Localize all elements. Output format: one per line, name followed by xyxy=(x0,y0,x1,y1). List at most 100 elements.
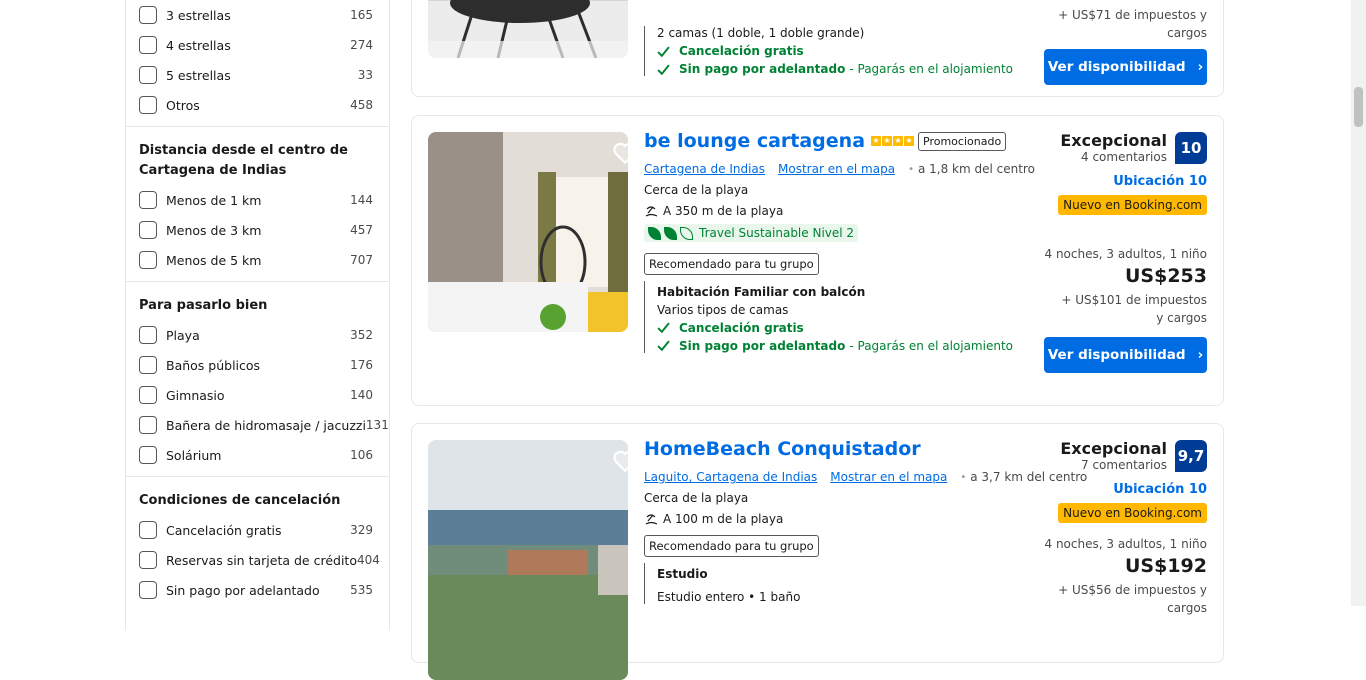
checkbox[interactable] xyxy=(139,446,157,464)
distance-text: a 1,8 km del centro xyxy=(917,162,1035,176)
room-beds: Estudio entero • 1 baño xyxy=(657,590,801,604)
property-photo[interactable] xyxy=(428,440,628,680)
recommended-badge: Recomendado para tu grupo xyxy=(644,535,819,557)
filter-option[interactable]: 4 estrellas 274 xyxy=(126,30,389,60)
filter-option[interactable]: Solárium 106 xyxy=(126,440,389,470)
filter-option[interactable]: Reservas sin tarjeta de crédito 404 xyxy=(126,545,389,575)
no-prepayment-text: Sin pago por adelantado xyxy=(679,62,846,76)
property-photo[interactable] xyxy=(428,132,628,332)
review-score[interactable]: Excepcional 4 comentarios 10 xyxy=(1027,132,1207,164)
title-row: HomeBeach Conquistador xyxy=(644,438,1044,460)
separator-dot: • xyxy=(960,471,967,483)
show-on-map-link[interactable]: Mostrar en el mapa xyxy=(778,162,895,176)
filter-option[interactable]: Otros 458 xyxy=(126,90,389,120)
room-beds: 2 camas (1 doble, 1 doble grande) xyxy=(657,26,865,40)
button-label: Ver disponibilidad xyxy=(1047,59,1186,75)
review-score[interactable]: Excepcional 7 comentarios 9,7 xyxy=(1027,440,1207,472)
room-details: Habitación Familiar con balcón Varios ti… xyxy=(644,280,1044,353)
checkbox[interactable] xyxy=(139,221,157,239)
free-cancellation: Cancelación gratis xyxy=(657,321,1044,335)
heart-icon[interactable] xyxy=(612,140,628,166)
sustainable-text: Travel Sustainable Nivel 2 xyxy=(699,226,855,240)
filter-label: 4 estrellas xyxy=(166,37,231,53)
checkbox[interactable] xyxy=(139,581,157,599)
filter-option[interactable]: Menos de 1 km 144 xyxy=(126,185,389,215)
beach-distance-row: A 100 m de la playa xyxy=(644,512,1044,526)
filter-label: Reservas sin tarjeta de crédito xyxy=(166,552,357,568)
price: US$192 xyxy=(1125,555,1207,577)
checkbox[interactable] xyxy=(139,551,157,569)
property-title[interactable]: be lounge cartagena xyxy=(644,130,865,152)
filter-count: 352 xyxy=(350,328,373,342)
page-scrollbar[interactable] xyxy=(1351,0,1366,606)
filter-option[interactable]: Cancelación gratis 329 xyxy=(126,515,389,545)
taxes-text: + US$56 de impuestos y cargos xyxy=(1058,583,1207,615)
star-icon: ★ xyxy=(871,136,882,146)
room-beds: Varios tipos de camas xyxy=(657,302,789,317)
photo-illustration xyxy=(428,440,628,680)
title-row: be lounge cartagena ★ ★ ★ ★ Promocionado xyxy=(644,130,1044,152)
separator-dot: • xyxy=(908,163,914,175)
beach-distance-row: A 350 m de la playa xyxy=(644,204,1044,218)
room-details: Estudio Estudio entero • 1 baño xyxy=(644,563,1044,604)
checkbox[interactable] xyxy=(139,326,157,344)
photo-illustration xyxy=(428,132,628,332)
scrollbar-thumb[interactable] xyxy=(1354,87,1363,127)
check-icon xyxy=(657,340,670,352)
check-icon xyxy=(657,46,670,57)
filter-label: Cancelación gratis xyxy=(166,522,282,538)
property-card: 2 camas (1 doble, 1 doble grande) Cancel… xyxy=(411,0,1224,97)
location-row: Laguito, Cartagena de Indias Mostrar en … xyxy=(644,470,1087,484)
check-icon xyxy=(657,322,670,334)
checkbox[interactable] xyxy=(139,191,157,209)
property-card: HomeBeach Conquistador Laguito, Cartagen… xyxy=(411,423,1224,680)
filter-option[interactable]: Gimnasio 140 xyxy=(126,380,389,410)
checkbox[interactable] xyxy=(139,386,157,404)
filter-count: 535 xyxy=(350,583,373,597)
filter-group-stars: 3 estrellas 165 4 estrellas 274 5 estrella… xyxy=(126,0,389,127)
beach-icon xyxy=(645,513,658,525)
checkbox[interactable] xyxy=(139,356,157,374)
star-icon: ★ xyxy=(893,136,904,146)
filter-label: Bañera de hidromasaje / jacuzzi xyxy=(166,417,366,433)
filter-option[interactable]: Menos de 3 km 457 xyxy=(126,215,389,245)
filter-count: 144 xyxy=(350,193,373,207)
property-photo[interactable] xyxy=(428,0,628,58)
free-cancellation-text: Cancelación gratis xyxy=(679,44,804,58)
beach-distance: A 350 m de la playa xyxy=(663,204,784,218)
filter-count: 33 xyxy=(357,68,373,82)
location-score: Ubicación 10 xyxy=(1113,174,1207,189)
see-availability-button[interactable]: Ver disponibilidad › xyxy=(1044,337,1207,373)
checkbox[interactable] xyxy=(139,521,157,539)
checkbox[interactable] xyxy=(139,6,157,24)
filter-group-fun: Para pasarlo bien Playa 352 Baños público… xyxy=(126,282,389,477)
filter-count: 131 xyxy=(365,418,389,432)
heart-icon[interactable] xyxy=(612,448,628,474)
checkbox[interactable] xyxy=(139,36,157,54)
no-prepayment-note: - Pagarás en el alojamiento xyxy=(849,338,1013,353)
checkbox[interactable] xyxy=(139,66,157,84)
checkbox[interactable] xyxy=(139,251,157,269)
sustainable-badge: Travel Sustainable Nivel 2 xyxy=(644,224,859,242)
recommended-badge: Recomendado para tu grupo xyxy=(644,252,819,275)
filter-option[interactable]: Baños públicos 176 xyxy=(126,350,389,380)
filter-option[interactable]: Bañera de hidromasaje / jacuzzi 131 xyxy=(126,410,389,440)
city-link[interactable]: Laguito, Cartagena de Indias xyxy=(644,470,817,484)
stay-summary: 4 noches, 3 adultos, 1 niño xyxy=(1044,247,1208,261)
filter-count: 707 xyxy=(350,253,373,267)
filter-option[interactable]: 5 estrellas 33 xyxy=(126,60,389,90)
show-on-map-link[interactable]: Mostrar en el mapa xyxy=(830,470,947,484)
see-availability-button[interactable]: Ver disponibilidad › xyxy=(1044,49,1207,85)
filter-option[interactable]: 3 estrellas 165 xyxy=(126,0,389,30)
check-icon xyxy=(657,64,670,75)
city-link[interactable]: Cartagena de Indias xyxy=(644,162,765,176)
checkbox[interactable] xyxy=(139,416,157,434)
filter-option[interactable]: Sin pago por adelantado 535 xyxy=(126,575,389,605)
filter-option[interactable]: Menos de 5 km 707 xyxy=(126,245,389,275)
filter-option[interactable]: Playa 352 xyxy=(126,320,389,350)
filter-count: 404 xyxy=(356,553,380,567)
price-block: Excepcional 4 comentarios 10 Ubicación 1… xyxy=(1027,132,1207,373)
checkbox[interactable] xyxy=(139,96,157,114)
filter-count: 458 xyxy=(350,98,373,112)
property-title[interactable]: HomeBeach Conquistador xyxy=(644,438,921,460)
